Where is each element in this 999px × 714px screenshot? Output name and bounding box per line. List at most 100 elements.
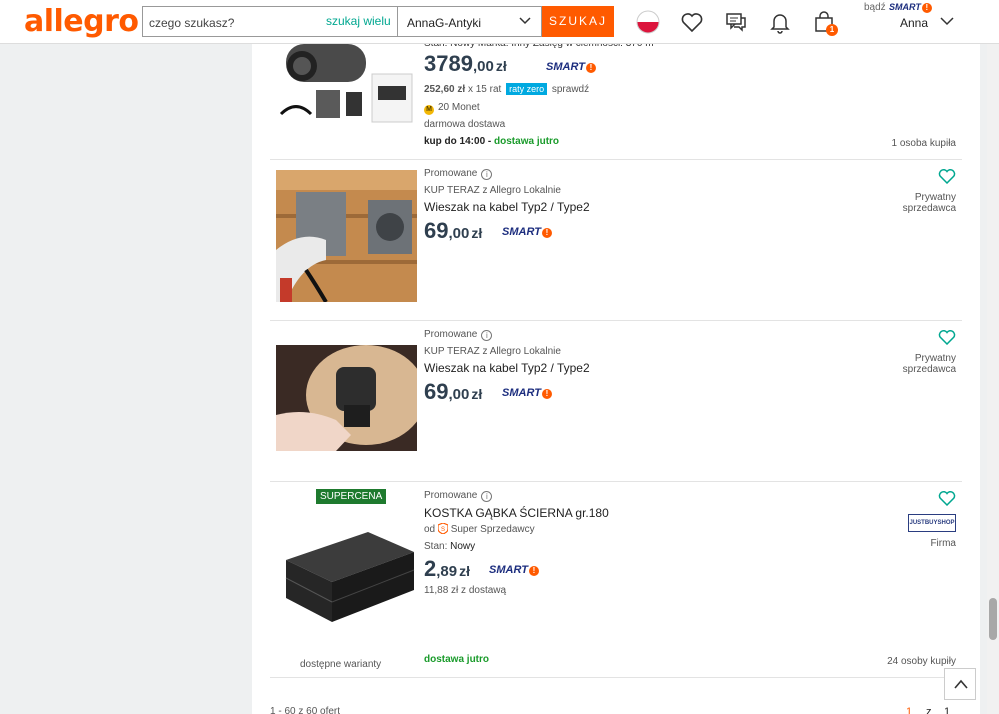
installment-count: x 15 rat [467, 84, 502, 95]
price-integer: 69 [424, 218, 449, 243]
buyers-count: 1 osoba kupiła [891, 138, 957, 149]
product-image[interactable] [276, 170, 417, 302]
price-integer: 2 [424, 556, 437, 581]
installments-line: 252,60 zł x 15 rat raty zero sprawdź [424, 83, 589, 95]
price: 3789,00 zł [424, 51, 507, 77]
listing-title[interactable]: Wieszak na kabel Typ2 / Type2 [424, 200, 590, 214]
seller-kind: Firma [930, 538, 956, 549]
seller-prefix: od [424, 524, 436, 535]
super-seller-text: Super Sprzedawcy [450, 524, 535, 535]
seller-kind-line: Prywatny [914, 353, 956, 364]
smart-dot-icon: ! [541, 228, 552, 238]
search-button[interactable]: SZUKAJ [542, 6, 614, 37]
seller-kind-line: Prywatny [914, 192, 956, 203]
listing-title[interactable]: Wieszak na kabel Typ2 / Type2 [424, 361, 590, 375]
user-name[interactable]: Anna [900, 16, 928, 30]
delivery-tomorrow: dostawa jutro [424, 654, 490, 665]
supercena-badge: SUPERCENA [316, 489, 387, 504]
category-select-value: AnnaG-Antyki [407, 16, 482, 30]
condition-line: Stan: Nowy [424, 541, 475, 552]
price-with-delivery: 11,88 zł z dostawą [424, 585, 507, 596]
buy-by-time: kup do 14:00 [424, 136, 486, 147]
smart-label: SMART [546, 61, 585, 73]
seller-type: KUP TERAZ z Allegro Lokalnie [424, 346, 561, 357]
heart-icon[interactable] [938, 168, 956, 184]
chevron-down-icon[interactable] [940, 15, 954, 27]
price-decimal: ,00 [472, 58, 494, 75]
condition-label: Stan: [424, 541, 448, 552]
raty-zero-badge: raty zero [506, 83, 548, 95]
shop-logo[interactable]: JUSTBUYSHOP [908, 514, 956, 532]
pagination-of: z [926, 706, 932, 714]
smart-label: SMART [489, 564, 528, 576]
allegro-logo[interactable]: allegro [24, 4, 139, 39]
info-icon[interactable]: i [481, 330, 493, 341]
top-bar: allegro czego szukasz? szukaj wielu Anna… [0, 0, 999, 44]
price-currency: zł [471, 386, 483, 402]
promoted-label: Promowane i [424, 168, 493, 180]
price-decimal: ,00 [448, 386, 470, 403]
category-select[interactable]: AnnaG-Antyki [397, 6, 542, 37]
price-integer: 69 [424, 379, 449, 404]
seller-kind-line: sprzedawca [902, 203, 956, 214]
heart-icon[interactable] [680, 10, 704, 34]
pagination-total[interactable]: 1 [944, 706, 950, 714]
price-currency: zł [495, 58, 507, 74]
bell-icon[interactable] [768, 10, 792, 34]
cart-count-badge: 1 [826, 24, 838, 36]
smart-dot-icon: ! [528, 566, 539, 576]
scroll-to-top-button[interactable] [944, 668, 976, 700]
promoted-label: Promowane i [424, 329, 493, 341]
price-integer: 3789 [424, 51, 473, 76]
monety-value: 20 Monet [438, 102, 480, 113]
smart-promo-label[interactable]: SMART! [889, 2, 932, 13]
price: 69,00 zł [424, 218, 482, 244]
promoted-text: Promowane [424, 168, 478, 179]
polish-flag-icon[interactable] [636, 10, 660, 34]
messages-icon[interactable] [724, 10, 748, 34]
info-icon[interactable]: i [481, 169, 493, 180]
price-currency: zł [459, 563, 470, 579]
listing-item[interactable]: SUPERCENA dostępne warianty Promowane i K… [270, 482, 962, 678]
listing-item[interactable]: Promowane i KUP TERAZ z Allegro Lokalnie … [270, 321, 962, 482]
search-many-link[interactable]: szukaj wielu [326, 14, 391, 28]
listing-item[interactable]: Promowane i KUP TERAZ z Allegro Lokalnie … [270, 160, 962, 321]
delivery-tomorrow: dostawa jutro [494, 136, 560, 147]
product-image[interactable] [276, 522, 417, 632]
price-currency: zł [471, 225, 483, 241]
heart-icon[interactable] [938, 329, 956, 345]
price: 2,89 zł [424, 556, 470, 582]
chevron-down-icon [519, 17, 531, 25]
seller-kind-line: sprzedawca [902, 364, 956, 375]
heart-icon[interactable] [938, 490, 956, 506]
smart-promo-prefix: bądź [864, 2, 886, 13]
product-image[interactable] [276, 44, 417, 124]
scrollbar-thumb[interactable] [989, 598, 997, 640]
smart-dot-icon: ! [921, 3, 932, 13]
listing-title[interactable]: KOSTKA GĄBKA ŚCIERNA gr.180 [424, 506, 609, 520]
promoted-label: Promowane i [424, 490, 493, 502]
price-decimal: ,89 [436, 563, 458, 580]
raty-check-link[interactable]: sprawdź [552, 84, 589, 95]
variants-available[interactable]: dostępne warianty [300, 659, 381, 670]
smart-badge: SMART! [546, 61, 596, 73]
price-decimal: ,00 [448, 225, 470, 242]
buyers-count: 24 osoby kupiły [887, 656, 956, 667]
product-image[interactable] [276, 345, 417, 451]
offers-count: 1 - 60 z 60 ofert [270, 706, 341, 714]
condition-value: Nowy [450, 541, 476, 552]
promoted-text: Promowane [424, 490, 478, 501]
smart-dot-icon: ! [541, 389, 552, 399]
monety-line: M 20 Monet [424, 102, 480, 115]
seller-kind: Prywatny sprzedawca [903, 353, 956, 375]
listing-column: Stan: Nowy Marka: Inny Zasięg w ciemnośc… [252, 38, 980, 714]
info-icon[interactable]: i [481, 491, 493, 502]
shipping-info: darmowa dostawa [424, 119, 506, 130]
seller-kind: Prywatny sprzedawca [903, 192, 956, 214]
super-seller-icon: S [437, 522, 449, 535]
smart-label: SMART [502, 387, 541, 399]
listing-item[interactable]: Stan: Nowy Marka: Inny Zasięg w ciemnośc… [270, 38, 962, 160]
smart-dot-icon: ! [585, 63, 596, 73]
pagination-current[interactable]: 1 [906, 706, 912, 714]
smart-label: SMART [889, 2, 921, 12]
